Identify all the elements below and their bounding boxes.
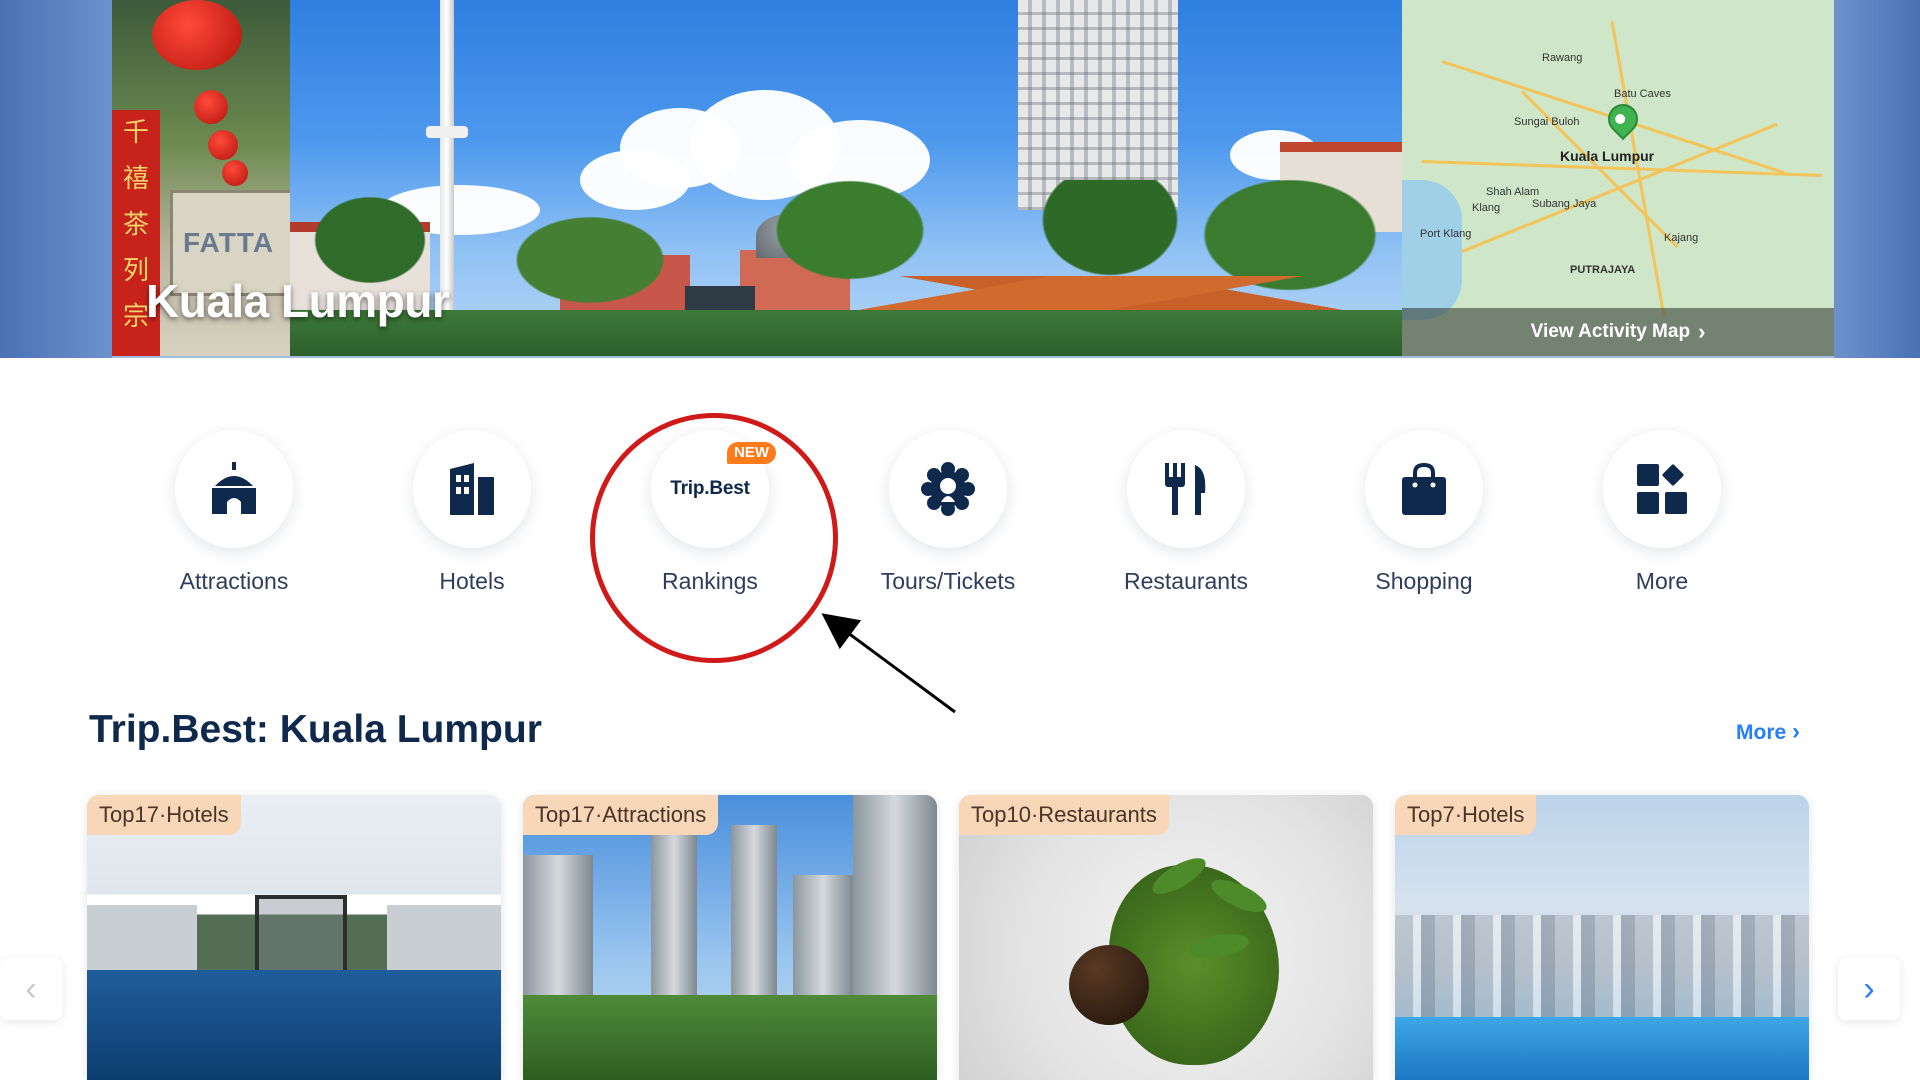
- annotation-highlight-circle: [590, 413, 838, 663]
- category-icon-circle: [1603, 430, 1721, 548]
- ranking-card-image: [87, 795, 501, 1080]
- category-more[interactable]: More: [1562, 430, 1762, 600]
- ranking-card[interactable]: Top10·Restaurants: [959, 795, 1373, 1080]
- image-pool: [87, 970, 501, 1080]
- category-label: Tours/Tickets: [880, 568, 1016, 594]
- category-restaurants[interactable]: Restaurants: [1086, 430, 1286, 600]
- kl-tower-pod: [426, 126, 468, 138]
- tours-tickets-icon: [921, 462, 975, 516]
- category-label: Shopping: [1375, 568, 1473, 594]
- map-place-label: Klang: [1472, 202, 1501, 214]
- category-icon-circle: [1365, 430, 1483, 548]
- chevron-right-icon: ›: [1698, 319, 1706, 344]
- carousel-next-button[interactable]: ›: [1838, 958, 1900, 1020]
- map-pin-icon[interactable]: [1601, 97, 1645, 141]
- shopping-bag-icon: [1402, 463, 1446, 515]
- category-icon-circle: [1127, 430, 1245, 548]
- hero-blur-right: [1834, 0, 1920, 358]
- carousel-prev-button[interactable]: ‹: [0, 958, 62, 1020]
- category-icon-circle: [413, 430, 531, 548]
- ranking-card[interactable]: Top17·Attractions: [523, 795, 937, 1080]
- section-more-link[interactable]: More ›: [1736, 718, 1800, 746]
- skyscraper: [1018, 0, 1178, 210]
- image-wall: [387, 905, 501, 975]
- category-label: Attractions: [179, 568, 289, 594]
- map-place-label: Shah Alam: [1486, 186, 1540, 198]
- city-title: Kuala Lumpur: [146, 275, 450, 327]
- image-wall: [87, 905, 197, 975]
- hero-blur-left: [0, 0, 112, 358]
- ranking-card[interactable]: Top17·Hotels: [87, 795, 501, 1080]
- chevron-left-icon: ‹: [25, 969, 37, 1008]
- lantern: [208, 130, 238, 160]
- map-place-label: Rawang: [1542, 52, 1583, 64]
- banner-glyph: 千: [122, 118, 149, 148]
- category-label: More: [1635, 568, 1689, 594]
- image-dish-chocolate: [1069, 945, 1149, 1025]
- view-activity-map-label: View Activity Map: [1530, 321, 1691, 342]
- lantern: [222, 160, 248, 186]
- view-activity-map-button[interactable]: View Activity Map ›: [1402, 308, 1834, 356]
- ranking-card-image: [1395, 795, 1809, 1080]
- shop-sign-text: FATTA: [183, 227, 275, 258]
- map-place-label: Kajang: [1664, 232, 1699, 244]
- section-more-label: More: [1736, 721, 1787, 744]
- map-place-label: Batu Caves: [1614, 88, 1671, 100]
- banner-glyph: 茶: [122, 210, 149, 240]
- image-city-skyline: [1395, 915, 1809, 1025]
- image-infinity-pool: [1395, 1017, 1809, 1080]
- category-hotels[interactable]: Hotels: [372, 430, 572, 600]
- category-label: Restaurants: [1123, 568, 1248, 594]
- map-place-label: Port Klang: [1420, 228, 1472, 240]
- ranking-card-tag: Top10·Restaurants: [959, 795, 1169, 835]
- image-park: [523, 995, 937, 1080]
- lantern: [152, 0, 242, 70]
- chevron-right-icon: ›: [1792, 718, 1801, 745]
- destination-hero: 千 禧 茶 列 宗 FATTA Kuala Lumpur Rawang Batu…: [0, 0, 1920, 358]
- ranking-card-tag: Top7·Hotels: [1395, 795, 1537, 835]
- ranking-card-image: [959, 795, 1373, 1080]
- map-city-label: Kuala Lumpur: [1560, 148, 1655, 164]
- category-icon-circle: [889, 430, 1007, 548]
- category-attractions[interactable]: Attractions: [134, 430, 334, 600]
- category-icon-circle: [175, 430, 293, 548]
- hero-photo-cityscape[interactable]: [290, 0, 1402, 356]
- banner-glyph: 禧: [122, 164, 149, 194]
- ground: [290, 310, 1402, 356]
- map-place-label: PUTRAJAYA: [1570, 264, 1636, 276]
- category-nav: Attractions Hotels Trip.Best NEW Ranking…: [0, 430, 1920, 600]
- more-grid-icon: [1637, 464, 1687, 514]
- hotel-icon: [450, 463, 494, 515]
- activity-map[interactable]: Rawang Batu Caves Klang Shah Alam Subang…: [1402, 0, 1834, 356]
- lantern: [194, 90, 228, 124]
- category-shopping[interactable]: Shopping: [1324, 430, 1524, 600]
- category-label: Hotels: [439, 568, 505, 594]
- category-tours-tickets[interactable]: Tours/Tickets: [848, 430, 1048, 600]
- attractions-icon: [212, 462, 256, 514]
- image-pavilion: [255, 895, 347, 979]
- ranking-card[interactable]: Top7·Hotels: [1395, 795, 1809, 1080]
- map-place-label: Subang Jaya: [1532, 198, 1597, 210]
- restaurant-icon: [1165, 463, 1206, 515]
- chevron-right-icon: ›: [1863, 969, 1875, 1008]
- ranking-card-tag: Top17·Attractions: [523, 795, 719, 835]
- ranking-card-tag: Top17·Hotels: [87, 795, 241, 835]
- map-place-label: Sungai Buloh: [1514, 116, 1580, 128]
- map-water: [1402, 180, 1462, 320]
- ranking-card-image: [523, 795, 937, 1080]
- annotation-arrow: [821, 613, 956, 714]
- section-title: Trip.Best: Kuala Lumpur: [89, 708, 542, 751]
